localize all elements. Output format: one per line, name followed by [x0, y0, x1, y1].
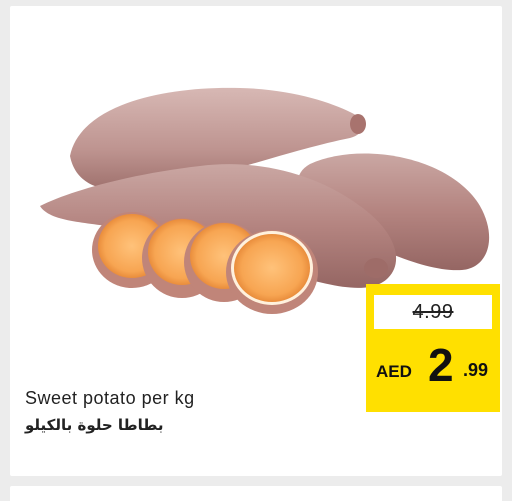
potato-front-tip [364, 258, 388, 278]
old-price: 4.99 [412, 300, 454, 323]
price-decimal: .99 [463, 360, 489, 380]
price-integer: 2 [428, 339, 454, 391]
product-title-en[interactable]: Sweet potato per kg [25, 388, 195, 409]
old-price-box: 4.99 [374, 295, 492, 329]
next-product-card[interactable] [10, 486, 502, 501]
potato-top-tip [350, 114, 366, 134]
offers-page: 4.99 AED 2 .99 Sweet potato per kg بطاطا… [0, 0, 512, 501]
new-price: AED 2 .99 [366, 342, 500, 402]
currency-label: AED [376, 362, 412, 381]
product-card[interactable]: 4.99 AED 2 .99 Sweet potato per kg بطاطا… [10, 6, 502, 476]
price-badge: 4.99 AED 2 .99 [366, 284, 500, 412]
product-title-ar: بطاطا حلوة بالكيلو [25, 416, 164, 434]
